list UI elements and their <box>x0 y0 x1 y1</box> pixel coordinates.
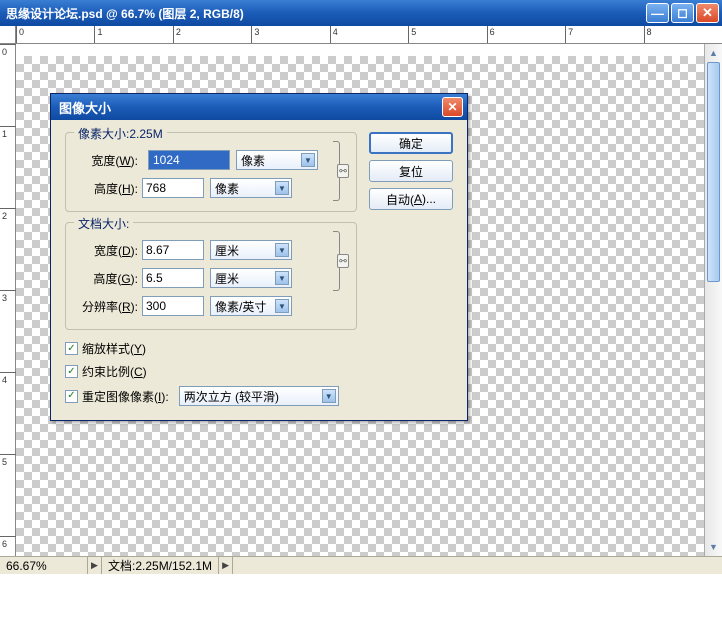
doc-width-unit: 厘米 <box>215 242 239 259</box>
scale-styles-checkbox[interactable]: ✓ <box>65 342 78 355</box>
minimize-button[interactable]: — <box>646 3 669 23</box>
ruler-v-tick: 2 <box>2 211 7 221</box>
ruler-h-tick: 6 <box>490 27 495 37</box>
ruler-h-tick: 2 <box>176 27 181 37</box>
px-link-bracket: ⚯ <box>328 149 346 193</box>
doc-link-bracket: ⚯ <box>328 239 346 283</box>
status-dropdown-icon[interactable]: ▶ <box>219 557 233 574</box>
chevron-down-icon: ▼ <box>322 389 336 403</box>
resolution-input[interactable] <box>142 296 204 316</box>
constrain-label: 约束比例(C) <box>82 363 147 380</box>
ruler-v-tick: 4 <box>2 375 7 385</box>
chevron-down-icon: ▼ <box>275 271 289 285</box>
ruler-h-tick: 3 <box>254 27 259 37</box>
px-height-input[interactable] <box>142 178 204 198</box>
scroll-up-icon[interactable]: ▲ <box>705 44 722 62</box>
px-height-unit: 像素 <box>215 180 239 197</box>
doc-size-status: 文档:2.25M/152.1M <box>102 557 219 574</box>
status-scroll-track[interactable] <box>233 557 722 574</box>
chevron-down-icon: ▼ <box>301 153 315 167</box>
chevron-down-icon: ▼ <box>275 243 289 257</box>
resolution-unit: 像素/英寸 <box>215 298 266 315</box>
reset-button[interactable]: 复位 <box>369 160 453 182</box>
doc-height-input[interactable] <box>142 268 204 288</box>
ruler-h-tick: 8 <box>647 27 652 37</box>
doc-size-legend: 文档大小: <box>74 215 133 232</box>
maximize-button[interactable]: ◻ <box>671 3 694 23</box>
ruler-v-tick: 1 <box>2 129 7 139</box>
close-button[interactable]: ✕ <box>696 3 719 23</box>
px-height-label: 高度(H): <box>76 180 138 197</box>
ruler-h-tick: 1 <box>97 27 102 37</box>
dialog-title: 图像大小 <box>59 98 442 117</box>
scroll-thumb[interactable] <box>707 62 720 282</box>
ruler-v-tick: 3 <box>2 293 7 303</box>
chevron-down-icon: ▼ <box>275 181 289 195</box>
dialog-close-button[interactable]: ✕ <box>442 97 463 117</box>
doc-height-unit-select[interactable]: 厘米 ▼ <box>210 268 292 288</box>
image-size-dialog: 图像大小 ✕ 像素大小:2.25M 宽度(W): 像素 ▼ 高度(H): <box>50 93 468 421</box>
ruler-h-tick: 7 <box>568 27 573 37</box>
ruler-corner <box>0 26 16 44</box>
pixel-dimensions-group: 像素大小:2.25M 宽度(W): 像素▼ 高度(H): 像素▼ <box>65 132 357 212</box>
status-bar: 66.67% ▶ 文档:2.25M/152.1M ▶ <box>0 556 722 574</box>
ruler-v-tick: 6 <box>2 539 7 549</box>
doc-width-label: 宽度(D): <box>76 242 138 259</box>
pixel-dims-legend: 像素大小:2.25M <box>74 125 167 142</box>
link-icon[interactable]: ⚯ <box>337 164 349 178</box>
dialog-titlebar[interactable]: 图像大小 ✕ <box>51 94 467 120</box>
auto-button[interactable]: 自动(A)... <box>369 188 453 210</box>
resample-checkbox[interactable]: ✓ <box>65 390 78 403</box>
px-width-unit-select[interactable]: 像素 ▼ <box>236 150 318 170</box>
zoom-level[interactable]: 66.67% <box>0 557 88 574</box>
doc-width-input[interactable] <box>142 240 204 260</box>
px-width-label: 宽度(W): <box>76 152 138 169</box>
ruler-v-tick: 0 <box>2 47 7 57</box>
vertical-scrollbar[interactable]: ▲ ▼ <box>704 44 722 556</box>
resample-method: 两次立方 (较平滑) <box>184 388 279 405</box>
constrain-checkbox[interactable]: ✓ <box>65 365 78 378</box>
ruler-v-tick: 5 <box>2 457 7 467</box>
scale-styles-label: 缩放样式(Y) <box>82 340 146 357</box>
doc-height-label: 高度(G): <box>76 270 138 287</box>
px-width-unit: 像素 <box>241 152 265 169</box>
link-icon[interactable]: ⚯ <box>337 254 349 268</box>
px-height-unit-select[interactable]: 像素 ▼ <box>210 178 292 198</box>
chevron-down-icon: ▼ <box>275 299 289 313</box>
ruler-h-tick: 5 <box>411 27 416 37</box>
document-size-group: 文档大小: 宽度(D): 厘米▼ 高度(G): 厘米▼ <box>65 222 357 330</box>
status-arrow-icon[interactable]: ▶ <box>88 557 102 574</box>
ruler-vertical[interactable]: 0 1 2 3 4 5 6 <box>0 44 16 556</box>
resolution-unit-select[interactable]: 像素/英寸 ▼ <box>210 296 292 316</box>
doc-width-unit-select[interactable]: 厘米 ▼ <box>210 240 292 260</box>
doc-height-unit: 厘米 <box>215 270 239 287</box>
px-width-input[interactable] <box>148 150 230 170</box>
scroll-down-icon[interactable]: ▼ <box>705 538 722 556</box>
resample-method-select[interactable]: 两次立方 (较平滑) ▼ <box>179 386 339 406</box>
window-title: 思缘设计论坛.psd @ 66.7% (图层 2, RGB/8) <box>6 5 644 22</box>
ruler-h-tick: 4 <box>333 27 338 37</box>
resample-label: 重定图像像素(I): <box>82 388 169 405</box>
resolution-label: 分辨率(R): <box>76 298 138 315</box>
main-titlebar: 思缘设计论坛.psd @ 66.7% (图层 2, RGB/8) — ◻ ✕ <box>0 0 722 26</box>
ruler-h-tick: 0 <box>19 27 24 37</box>
ok-button[interactable]: 确定 <box>369 132 453 154</box>
ruler-horizontal[interactable]: 0 1 2 3 4 5 6 7 8 <box>16 26 722 44</box>
